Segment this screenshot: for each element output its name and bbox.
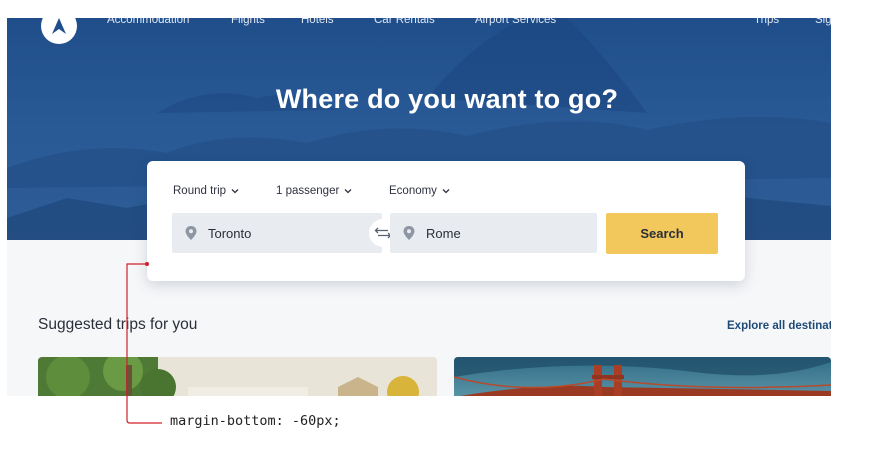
css-annotation-label: margin-bottom: -60px;: [170, 413, 341, 429]
annotation-bracket: [126, 262, 162, 424]
